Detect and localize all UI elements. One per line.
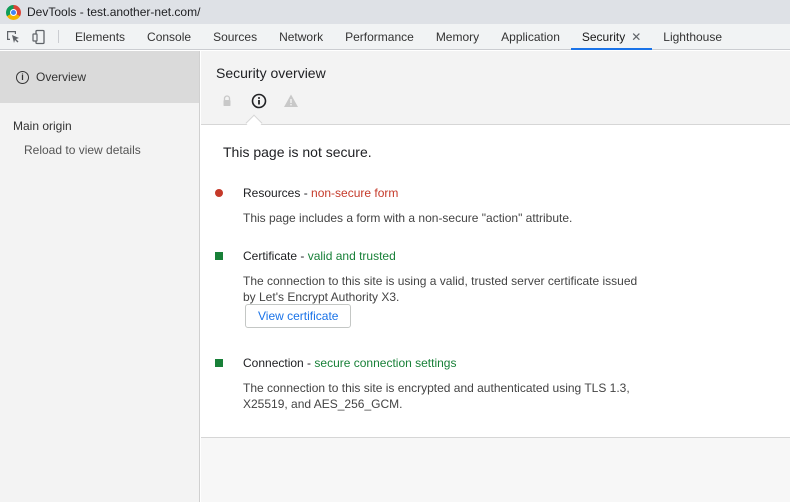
- item-separator: -: [300, 186, 312, 200]
- devtools-tabbar: Elements Console Sources Network Perform…: [0, 24, 790, 50]
- item-description: The connection to this site is using a v…: [243, 274, 638, 304]
- item-description: This page includes a form with a non-sec…: [243, 211, 573, 225]
- tab-application[interactable]: Application: [490, 24, 571, 49]
- item-title: Certificate: [243, 249, 298, 263]
- tab-security[interactable]: Security ✕: [570, 24, 653, 50]
- item-status: valid and trusted: [307, 249, 396, 263]
- secure-status-icon: [215, 359, 223, 367]
- tab-lighthouse[interactable]: Lighthouse: [652, 24, 733, 49]
- close-icon[interactable]: ✕: [631, 30, 641, 44]
- inspect-element-icon[interactable]: [0, 24, 26, 50]
- tab-label: Console: [147, 29, 192, 44]
- item-description: The connection to this site is encrypted…: [243, 381, 630, 411]
- tab-label: Network: [279, 29, 324, 44]
- overview-header: Security overview: [201, 51, 790, 132]
- info-icon: [251, 93, 267, 109]
- security-item-certificate: Certificate - valid and trusted The conn…: [215, 249, 645, 331]
- tab-sources[interactable]: Sources: [202, 24, 268, 49]
- tab-network[interactable]: Network: [268, 24, 334, 49]
- item-separator: -: [303, 356, 315, 370]
- insecure-status-icon: [215, 189, 223, 197]
- window-title: DevTools - test.another-net.com/: [27, 5, 201, 19]
- overview-content: This page is not secure. Resources - non…: [201, 125, 790, 438]
- info-icon: i: [16, 70, 29, 84]
- tab-label: Security: [581, 29, 626, 44]
- item-headline: Certificate - valid and trusted: [243, 249, 396, 263]
- tab-label: Sources: [213, 29, 258, 44]
- item-headline: Resources - non-secure form: [243, 186, 398, 200]
- item-status: non-secure form: [311, 186, 399, 200]
- device-toolbar-icon[interactable]: [26, 24, 52, 50]
- tab-label: Memory: [435, 29, 480, 44]
- security-sidebar: i Overview Main origin Reload to view de…: [0, 51, 200, 502]
- tab-performance[interactable]: Performance: [334, 24, 425, 49]
- item-title: Connection: [243, 356, 304, 370]
- tab-memory[interactable]: Memory: [425, 24, 490, 49]
- lock-icon: [219, 93, 235, 109]
- view-certificate-button[interactable]: View certificate: [245, 304, 352, 328]
- security-summary: This page is not secure.: [223, 144, 372, 160]
- item-separator: -: [297, 249, 308, 263]
- warning-icon: [283, 93, 299, 109]
- item-status: secure connection settings: [314, 356, 457, 370]
- secure-status-icon: [215, 252, 223, 260]
- chrome-logo-icon: [6, 4, 21, 20]
- tab-console[interactable]: Console: [136, 24, 202, 49]
- window-titlebar: DevTools - test.another-net.com/: [0, 0, 790, 24]
- security-main-panel: Security overview This page is not secur…: [201, 51, 790, 502]
- tab-label: Application: [501, 29, 560, 44]
- tab-label: Elements: [75, 29, 126, 44]
- sidebar-reload-hint: Reload to view details: [24, 143, 141, 157]
- page-title: Security overview: [216, 65, 326, 81]
- security-item-connection: Connection - secure connection settings …: [215, 356, 645, 411]
- toolbar-divider: [58, 30, 59, 43]
- sidebar-item-overview[interactable]: i Overview: [0, 51, 199, 103]
- security-state-icons: [219, 93, 315, 109]
- sidebar-item-label: Overview: [36, 70, 87, 84]
- security-item-resources: Resources - non-secure form This page in…: [215, 186, 645, 226]
- tab-label: Lighthouse: [663, 29, 723, 44]
- sidebar-section-main-origin: Main origin: [13, 119, 72, 133]
- item-title: Resources: [243, 186, 301, 200]
- tab-label: Performance: [345, 29, 414, 44]
- item-headline: Connection - secure connection settings: [243, 356, 456, 370]
- tab-elements[interactable]: Elements: [64, 24, 136, 49]
